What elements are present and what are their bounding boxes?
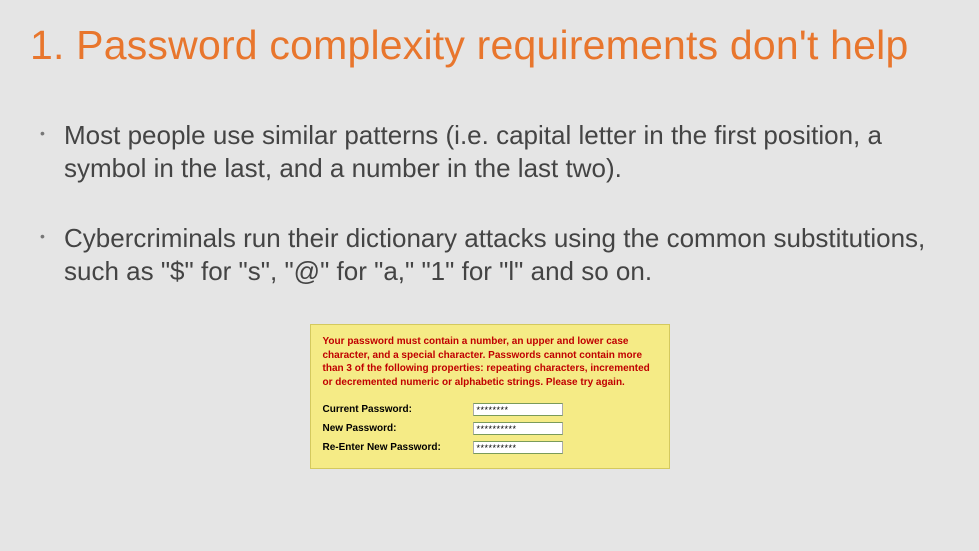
form-row-new: New Password: ********** — [323, 422, 657, 435]
current-password-field: ******** — [473, 403, 563, 416]
reenter-password-field: ********** — [473, 441, 563, 454]
new-password-label: New Password: — [323, 423, 473, 434]
bullet-item: Most people use similar patterns (i.e. c… — [58, 119, 949, 186]
new-password-field: ********** — [473, 422, 563, 435]
error-message: Your password must contain a number, an … — [323, 335, 657, 389]
reenter-password-label: Re-Enter New Password: — [323, 442, 473, 453]
bullet-item: Cybercriminals run their dictionary atta… — [58, 222, 949, 289]
password-form-screenshot: Your password must contain a number, an … — [310, 324, 670, 469]
current-password-label: Current Password: — [323, 404, 473, 415]
form-row-current: Current Password: ******** — [323, 403, 657, 416]
bullet-list: Most people use similar patterns (i.e. c… — [30, 119, 949, 288]
form-row-reenter: Re-Enter New Password: ********** — [323, 441, 657, 454]
slide: 1. Password complexity requirements don'… — [0, 0, 979, 499]
slide-title: 1. Password complexity requirements don'… — [30, 22, 949, 69]
